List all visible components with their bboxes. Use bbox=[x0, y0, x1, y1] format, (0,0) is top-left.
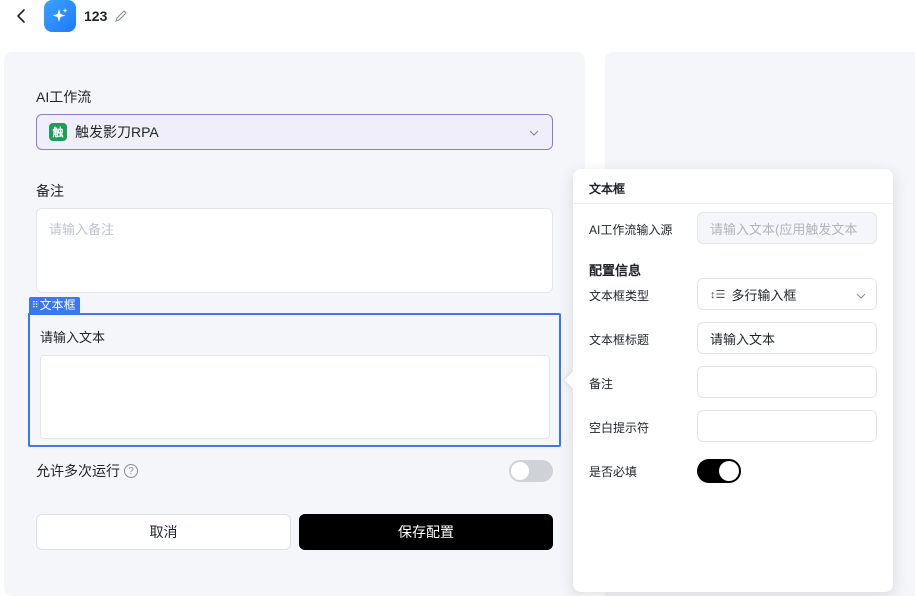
save-config-button[interactable]: 保存配置 bbox=[299, 514, 553, 550]
workflow-select[interactable]: 触 触发影刀RPA bbox=[36, 114, 553, 150]
sort-lines-icon: ↕☰ bbox=[710, 288, 726, 301]
multi-run-toggle[interactable] bbox=[509, 460, 553, 482]
pencil-icon[interactable] bbox=[114, 9, 128, 23]
textbox-label: 请输入文本 bbox=[40, 330, 106, 345]
type-select[interactable]: ↕☰ 多行输入框 bbox=[697, 278, 877, 310]
placeholder-label: 空白提示符 bbox=[589, 421, 650, 435]
source-input: 请输入文本(应用触发文本 bbox=[697, 212, 877, 244]
chevron-down-icon bbox=[856, 289, 866, 299]
drag-handle-icon[interactable]: ⠿ bbox=[32, 297, 39, 313]
divider bbox=[573, 203, 893, 204]
chevron-down-icon bbox=[528, 126, 540, 138]
remark-placeholder: 请输入备注 bbox=[49, 222, 115, 237]
source-label: AI工作流输入源 bbox=[589, 223, 673, 237]
workflow-value: 触发影刀RPA bbox=[75, 124, 159, 140]
required-label: 是否必填 bbox=[589, 465, 638, 479]
multi-run-label: 允许多次运行 bbox=[36, 463, 120, 479]
title-value: 请输入文本 bbox=[710, 331, 776, 347]
title-input[interactable]: 请输入文本 bbox=[697, 322, 877, 354]
remark-input[interactable]: 请输入备注 bbox=[36, 208, 553, 293]
multi-run-row: 允许多次运行 ? bbox=[36, 461, 138, 481]
sparkle-icon bbox=[44, 0, 76, 32]
config-section-title: 配置信息 bbox=[589, 263, 642, 278]
popover-title: 文本框 bbox=[589, 182, 626, 196]
top-bar: 123 bbox=[0, 0, 915, 40]
type-value: 多行输入框 bbox=[731, 287, 797, 303]
popover-remark-label: 备注 bbox=[589, 377, 614, 391]
textbox-textarea[interactable] bbox=[40, 355, 550, 439]
textbox-tag[interactable]: ⠿ 文本框 bbox=[29, 297, 80, 313]
question-icon[interactable]: ? bbox=[124, 464, 138, 478]
textbox-tag-label: 文本框 bbox=[39, 298, 76, 312]
required-toggle[interactable] bbox=[697, 459, 741, 483]
placeholder-input[interactable] bbox=[697, 410, 877, 442]
textbox-component[interactable]: 请输入文本 bbox=[28, 313, 561, 447]
workflow-label: AI工作流 bbox=[36, 89, 92, 105]
title-label: 文本框标题 bbox=[589, 333, 650, 347]
app-title: 123 bbox=[84, 8, 108, 24]
chevron-left-icon[interactable] bbox=[12, 6, 32, 26]
type-label: 文本框类型 bbox=[589, 289, 650, 303]
source-placeholder: 请输入文本(应用触发文本 bbox=[710, 221, 858, 237]
toggle-knob bbox=[511, 462, 529, 480]
workflow-app-icon: 触 bbox=[49, 123, 67, 141]
cancel-button[interactable]: 取消 bbox=[36, 514, 291, 550]
toggle-knob bbox=[719, 461, 739, 481]
popover-remark-input[interactable] bbox=[697, 366, 877, 398]
textbox-config-popover: 文本框 AI工作流输入源 请输入文本(应用触发文本 配置信息 文本框类型 ↕☰ … bbox=[564, 169, 893, 592]
remark-label: 备注 bbox=[36, 183, 64, 199]
